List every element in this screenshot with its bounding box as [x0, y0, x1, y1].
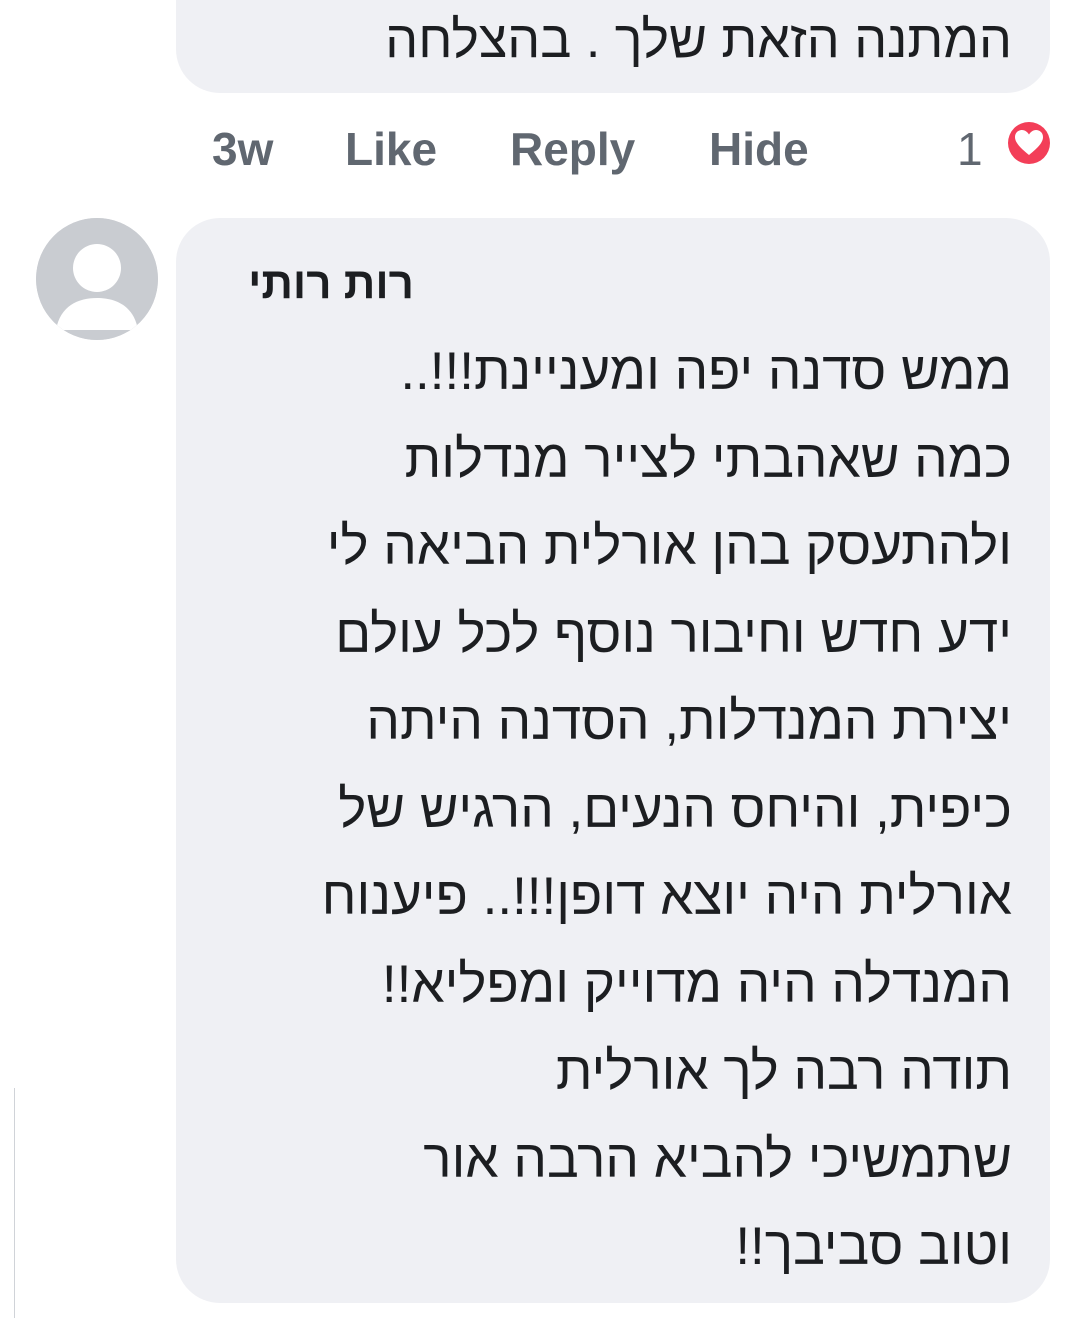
comment-line: וטוב סביבך!! [735, 1217, 1012, 1276]
default-user-icon [36, 218, 158, 340]
comment-line: כיפית, והיחס הנעים, הרגיש של [338, 779, 1012, 839]
thread-edge [0, 1088, 15, 1318]
comment-actions: 3w Like Reply Hide 1 [0, 118, 1075, 180]
heart-glyph-icon [1015, 130, 1043, 155]
comment-line: כמה שאהבתי לצייר מנדלות [404, 429, 1012, 489]
like-button[interactable]: Like [345, 118, 437, 180]
reaction-count[interactable]: 1 [957, 118, 983, 180]
comment-line: המנדלה היה מדוייק ומפליא!! [381, 954, 1012, 1014]
comment-timestamp[interactable]: 3w [212, 118, 273, 180]
comment-line: תודה רבה לך אורלית [555, 1042, 1012, 1101]
comment-line: שתמשיכי להביא הרבה אור [423, 1129, 1012, 1189]
comment-line: יצירת המנדלות, הסדנה היתה [366, 692, 1012, 751]
previous-comment-text: המתנה הזאת שלך . בהצלחה [385, 11, 1012, 69]
comment-line: ולהתעסק בהן אורלית הביאה לי [326, 517, 1012, 576]
comment-line: ממש סדנה יפה ומעניינת!!!.. [400, 342, 1012, 401]
hide-button[interactable]: Hide [709, 118, 809, 180]
heart-icon[interactable] [1004, 118, 1054, 168]
previous-comment-bubble: המתנה הזאת שלך . בהצלחה [176, 0, 1050, 93]
comment-line: ידע חדש וחיבור נוסף לכל עולם [335, 604, 1012, 664]
avatar[interactable] [36, 218, 158, 340]
comment-line: אורלית היה יוצא דופן!!!.. פיענוח [321, 867, 1012, 926]
comment-author[interactable]: רות רותי [248, 256, 414, 312]
reply-button[interactable]: Reply [510, 118, 635, 180]
comment-body: ממש סדנה יפה ומעניינת!!!.. כמה שאהבתי לצ… [192, 328, 1012, 1291]
comment-bubble: רות רותי ממש סדנה יפה ומעניינת!!!.. כמה … [176, 218, 1050, 1303]
